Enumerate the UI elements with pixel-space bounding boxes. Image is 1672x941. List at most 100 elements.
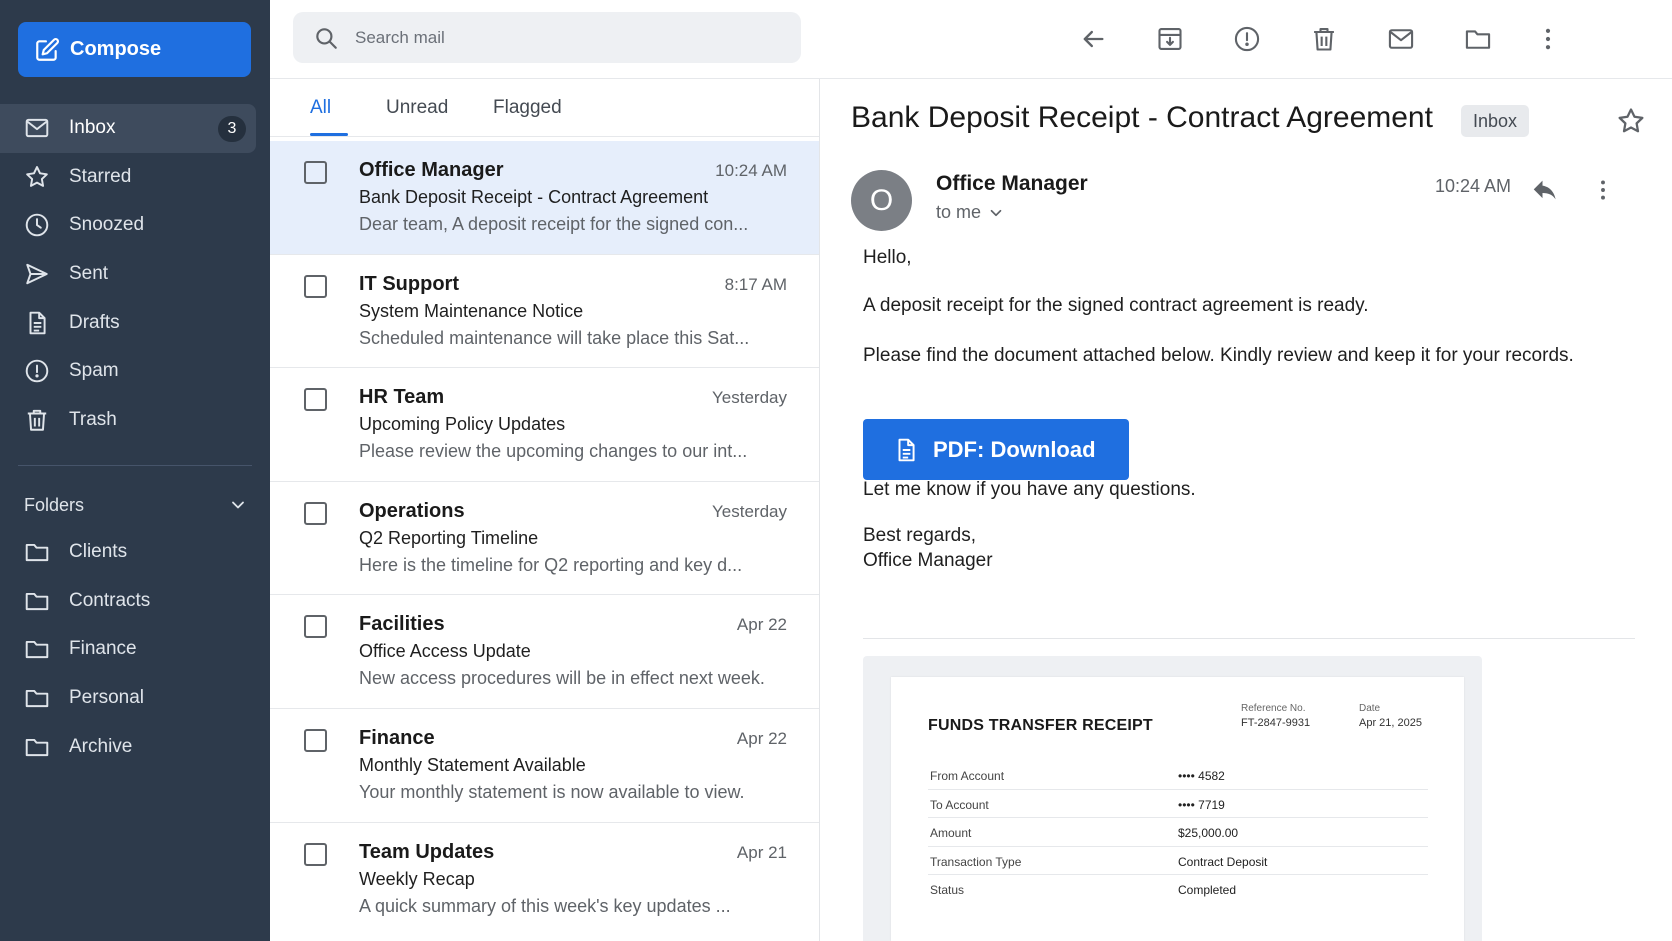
message-toolbar: [1072, 18, 1562, 60]
tab-all[interactable]: All: [310, 79, 331, 137]
sidebar-item-label: Spam: [69, 360, 119, 382]
more-options-button[interactable]: [1534, 18, 1562, 60]
recipient-toggle[interactable]: to me: [936, 202, 1005, 223]
delete-icon: [1314, 28, 1334, 51]
row-time: Yesterday: [712, 501, 787, 521]
receipt-document: FUNDS TRANSFER RECEIPT Reference No. FT-…: [891, 677, 1464, 941]
receipt-value: $25,000.00: [1178, 826, 1239, 840]
mark-unread-button[interactable]: [1380, 18, 1422, 60]
folder-label: Finance: [69, 638, 137, 660]
message-subject: Bank Deposit Receipt - Contract Agreemen…: [851, 101, 1433, 134]
archive-button[interactable]: [1149, 18, 1191, 60]
row-sender: Facilities: [359, 613, 445, 636]
message-row[interactable]: Facilities Apr 22 Office Access Update N…: [270, 595, 819, 709]
sidebar-item-trash[interactable]: Trash: [0, 396, 270, 445]
message-row[interactable]: IT Support 8:17 AM System Maintenance No…: [270, 255, 819, 369]
folder-icon: [25, 641, 49, 659]
body-signoff: Best regards,: [863, 525, 976, 546]
row-checkbox[interactable]: [304, 274, 327, 298]
pdf-download-button[interactable]: PDF: Download: [863, 419, 1129, 480]
sidebar-item-sent[interactable]: Sent: [0, 250, 270, 299]
search-input[interactable]: [355, 27, 775, 48]
compose-button[interactable]: Compose: [18, 22, 251, 77]
sidebar-folder-archive[interactable]: Archive: [0, 722, 270, 771]
message-more-button[interactable]: [1589, 171, 1617, 209]
row-sender: Operations: [359, 499, 465, 522]
report-spam-button[interactable]: [1226, 18, 1268, 60]
edit-icon: [36, 37, 59, 61]
search-icon: [316, 27, 337, 49]
chevron-down-icon: [990, 209, 1002, 216]
send-icon: [26, 263, 48, 285]
row-checkbox[interactable]: [304, 388, 327, 412]
body-greeting: Hello,: [863, 247, 912, 268]
sidebar-item-snoozed[interactable]: Snoozed: [0, 201, 270, 250]
row-checkbox[interactable]: [304, 501, 327, 525]
reply-button[interactable]: [1526, 171, 1564, 209]
move-to-folder-button[interactable]: [1457, 18, 1499, 60]
row-checkbox[interactable]: [304, 842, 327, 866]
star-button[interactable]: [1613, 103, 1649, 139]
chevron-down-icon: [232, 501, 244, 509]
row-sender: Office Manager: [359, 159, 504, 181]
row-sender: IT Support: [359, 272, 459, 295]
sidebar-item-drafts[interactable]: Drafts: [0, 298, 270, 347]
receipt-preview[interactable]: FUNDS TRANSFER RECEIPT Reference No. FT-…: [863, 656, 1482, 941]
message-list-pane: All Unread Flagged Office Manager 10:24 …: [270, 79, 820, 941]
sidebar-folder-contracts[interactable]: Contracts: [0, 577, 270, 626]
receipt-table: From Account •••• 4582 To Account •••• 7…: [928, 761, 1428, 904]
active-tab-indicator: [310, 133, 348, 136]
reply-icon: [1533, 180, 1556, 200]
row-subject: System Maintenance Notice: [359, 300, 584, 321]
sidebar-item-starred[interactable]: Starred: [0, 153, 270, 202]
sidebar-item-label: Trash: [69, 408, 117, 430]
row-checkbox[interactable]: [304, 615, 327, 639]
receipt-key: From Account: [930, 769, 1005, 783]
nav-list: Inbox 3 Starred Snoozed Sent Drafts Spam…: [0, 104, 270, 444]
more-vert-icon: [1601, 180, 1605, 200]
clock-icon: [25, 214, 49, 237]
sidebar-folder-clients[interactable]: Clients: [0, 528, 270, 577]
row-subject: Weekly Recap: [359, 868, 475, 889]
unread-count-badge: 3: [218, 116, 246, 142]
receipt-value: •••• 7719: [1178, 797, 1225, 812]
message-row[interactable]: Operations Yesterday Q2 Reporting Timeli…: [270, 482, 819, 596]
row-time: 10:24 AM: [715, 161, 787, 180]
message-row[interactable]: Finance Apr 22 Monthly Statement Availab…: [270, 709, 819, 823]
sidebar-folder-finance[interactable]: Finance: [0, 625, 270, 674]
folder-label: Contracts: [69, 589, 151, 611]
more-vert-icon: [1545, 28, 1551, 50]
sidebar-item-spam[interactable]: Spam: [0, 347, 270, 396]
receipt-row: From Account •••• 4582: [928, 761, 1428, 790]
draft-icon: [29, 311, 46, 334]
row-sender: HR Team: [359, 386, 445, 409]
folders-toggle[interactable]: Folders: [24, 490, 248, 520]
folder-label: Clients: [69, 541, 128, 563]
sidebar-item-label: Snoozed: [69, 214, 145, 236]
tab-unread[interactable]: Unread: [386, 79, 448, 137]
row-subject: Office Access Update: [359, 641, 531, 662]
row-checkbox[interactable]: [304, 728, 327, 752]
search-bar[interactable]: [293, 12, 801, 63]
delete-button[interactable]: [1303, 18, 1345, 60]
row-snippet: Here is the timeline for Q2 reporting an…: [359, 554, 743, 575]
folder-icon: [25, 738, 49, 756]
message-row[interactable]: Team Updates Apr 21 Weekly Recap A quick…: [270, 823, 819, 937]
back-button[interactable]: [1072, 18, 1114, 60]
recipient-label: to me: [936, 202, 982, 222]
receipt-row: To Account •••• 7719: [928, 790, 1428, 818]
receipt-key: Transaction Type: [930, 854, 1022, 869]
row-checkbox[interactable]: [304, 161, 327, 184]
compose-label: Compose: [70, 38, 162, 60]
receipt-key: Amount: [930, 826, 972, 840]
folder-icon: [25, 592, 49, 610]
row-time: Yesterday: [712, 388, 787, 408]
sidebar-item-inbox[interactable]: Inbox 3: [0, 104, 256, 153]
sidebar-folder-personal[interactable]: Personal: [0, 674, 270, 723]
reading-pane: Bank Deposit Receipt - Contract Agreemen…: [821, 79, 1672, 941]
message-row[interactable]: Office Manager 10:24 AM Bank Deposit Rec…: [270, 141, 819, 255]
tab-flagged[interactable]: Flagged: [493, 79, 562, 137]
message-row[interactable]: HR Team Yesterday Upcoming Policy Update…: [270, 368, 819, 482]
label-chip-inbox[interactable]: Inbox: [1461, 105, 1530, 137]
receipt-row: Transaction Type Contract Deposit: [928, 847, 1428, 875]
